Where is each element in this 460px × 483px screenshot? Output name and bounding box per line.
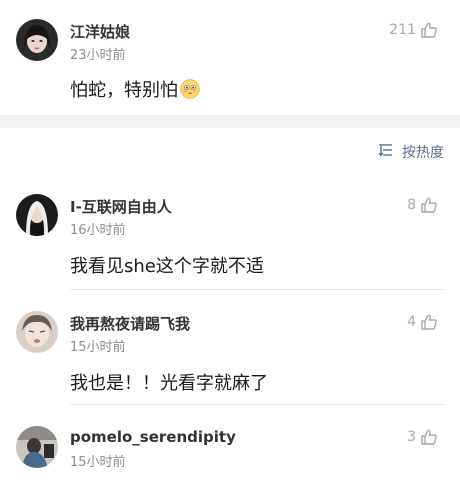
flushed-face-icon <box>180 79 200 99</box>
timestamp: 15小时前 <box>70 455 126 470</box>
thumbs-up-icon <box>420 21 438 39</box>
sort-icon <box>378 143 396 161</box>
like-count: 8 <box>407 197 416 213</box>
section-divider <box>0 115 460 128</box>
like-button[interactable]: 8 <box>407 196 438 214</box>
like-count: 3 <box>407 429 416 445</box>
comment-text: 怕蛇，特别怕 <box>70 76 200 102</box>
comment-body: 怕蛇，特别怕 <box>70 80 178 101</box>
divider <box>70 289 444 290</box>
like-button[interactable]: 211 <box>389 21 438 39</box>
avatar[interactable] <box>16 426 58 468</box>
avatar[interactable] <box>16 194 58 236</box>
thumbs-up-icon <box>420 428 438 446</box>
timestamp: 15小时前 <box>70 340 126 355</box>
username[interactable]: 江洋姑娘 <box>70 21 130 42</box>
thumbs-up-icon <box>420 196 438 214</box>
featured-comment: 江洋姑娘 23小时前 211 怕蛇，特别怕 <box>0 0 460 115</box>
like-count: 211 <box>389 22 416 38</box>
timestamp: 23小时前 <box>70 48 126 63</box>
username[interactable]: I-互联网自由人 <box>70 196 172 217</box>
avatar[interactable] <box>16 19 58 61</box>
like-count: 4 <box>407 314 416 330</box>
comment-item: I-互联网自由人 16小时前 8 我看见she这个字就不适 <box>0 190 460 290</box>
username[interactable]: 我再熬夜请踢飞我 <box>70 313 190 334</box>
like-button[interactable]: 3 <box>407 428 438 446</box>
comment-text: 我看见she这个字就不适 <box>70 256 264 277</box>
avatar[interactable] <box>16 311 58 353</box>
thumbs-up-icon <box>420 313 438 331</box>
comment-item: pomelo_serendipity 15小时前 3 <box>0 422 460 483</box>
comment-text: 我也是！！光看字就麻了 <box>70 373 268 394</box>
sort-button[interactable]: 按热度 <box>378 142 444 162</box>
username[interactable]: pomelo_serendipity <box>70 428 236 446</box>
divider <box>70 404 444 405</box>
timestamp: 16小时前 <box>70 223 126 238</box>
comment-item: 我再熬夜请踢飞我 15小时前 4 我也是！！光看字就麻了 <box>0 307 460 407</box>
like-button[interactable]: 4 <box>407 313 438 331</box>
sort-label: 按热度 <box>402 145 444 161</box>
